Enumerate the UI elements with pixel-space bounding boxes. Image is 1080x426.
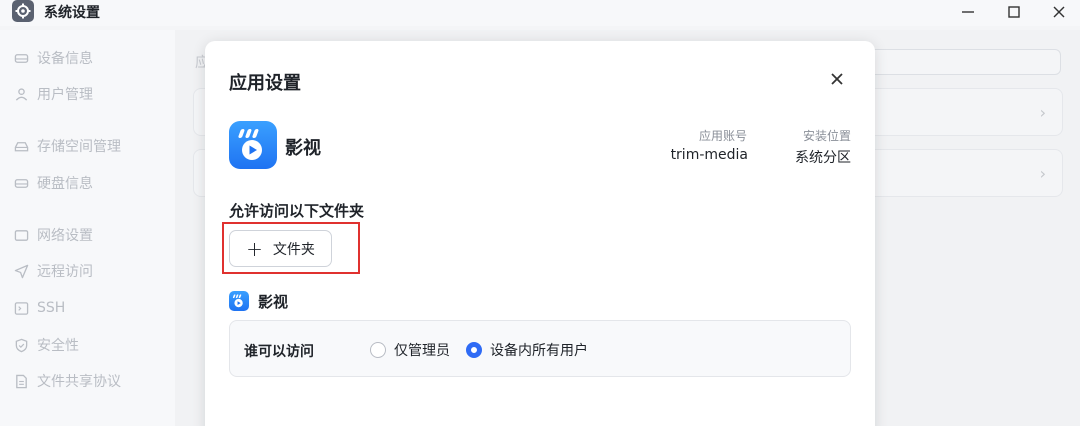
- sidebar-item-security[interactable]: 安全性: [14, 333, 79, 357]
- close-icon: [831, 73, 843, 85]
- sidebar-item-label: 用户管理: [37, 87, 93, 103]
- sidebar-item-storage[interactable]: 存储空间管理: [14, 134, 121, 158]
- account-value: trim-media: [670, 147, 748, 163]
- media-app-icon: [229, 121, 277, 169]
- allowed-folders-title: 允许访问以下文件夹: [229, 202, 365, 220]
- window-close-button[interactable]: [1039, 0, 1079, 24]
- sidebar-item-label: 网络设置: [37, 228, 93, 244]
- media-app-small-icon: [229, 291, 249, 311]
- sidebar-item-label: 存储空间管理: [37, 139, 121, 155]
- sidebar-item-device-info[interactable]: 设备信息: [14, 46, 93, 70]
- access-label: 谁可以访问: [244, 344, 314, 360]
- dialog-close-button[interactable]: [825, 67, 849, 91]
- radio-label: 仅管理员: [394, 343, 450, 359]
- window-title: 系统设置: [44, 5, 100, 21]
- install-location-label: 安装位置: [802, 129, 851, 143]
- app-name: 影视: [285, 138, 321, 159]
- file-icon: [16, 374, 27, 388]
- drive-icon: [14, 53, 29, 63]
- radio-checked-icon: [466, 342, 482, 358]
- disk-icon: [14, 178, 29, 188]
- radio-label: 设备内所有用户: [490, 343, 588, 359]
- send-icon: [14, 264, 29, 278]
- dialog-title: 应用设置: [229, 73, 301, 94]
- radio-admins-only[interactable]: 仅管理员: [370, 340, 450, 360]
- chevron-right-icon: ›: [1039, 164, 1046, 183]
- terminal-icon: [14, 301, 29, 315]
- section-app-name: 影视: [258, 293, 289, 311]
- gear-icon: [12, 0, 34, 22]
- add-folder-button[interactable]: + 文件夹: [229, 230, 332, 267]
- plus-icon: +: [246, 236, 263, 261]
- sidebar-item-label: SSH: [37, 300, 66, 316]
- search-input[interactable]: [868, 49, 1061, 75]
- sidebar-item-label: 硬盘信息: [37, 176, 93, 192]
- storage-icon: [14, 141, 29, 151]
- sidebar: 设备信息 用户管理 存储空间管理 硬盘信息 网络设置 远程访问 SSH 安全性 …: [0, 30, 175, 426]
- install-location-value: 系统分区: [795, 150, 851, 166]
- sidebar-item-label: 设备信息: [37, 51, 93, 67]
- sidebar-item-remote-access[interactable]: 远程访问: [14, 259, 93, 283]
- chevron-right-icon: ›: [1039, 103, 1046, 122]
- sidebar-item-label: 远程访问: [37, 264, 93, 280]
- account-label: 应用账号: [698, 129, 747, 143]
- add-folder-label: 文件夹: [272, 241, 315, 258]
- sidebar-item-file-sharing[interactable]: 文件共享协议: [14, 369, 121, 393]
- sidebar-item-label: 安全性: [37, 338, 79, 354]
- sidebar-item-ssh[interactable]: SSH: [14, 296, 65, 320]
- sidebar-item-users[interactable]: 用户管理: [14, 82, 93, 106]
- sidebar-item-label: 文件共享协议: [37, 374, 121, 390]
- sidebar-item-network[interactable]: 网络设置: [14, 223, 93, 247]
- app-settings-dialog: 应用设置 影视 应用账号 trim-media 安装位置 系统分区 允许访问以下…: [205, 41, 875, 426]
- maximize-icon: [1008, 6, 1020, 18]
- minimize-icon: [962, 11, 974, 13]
- access-settings-box: 谁可以访问 仅管理员 设备内所有用户: [229, 320, 851, 377]
- network-icon: [14, 229, 29, 241]
- minimize-button[interactable]: [948, 0, 988, 24]
- title-bar: 系统设置: [0, 0, 1080, 26]
- shield-icon: [15, 338, 28, 352]
- maximize-button[interactable]: [994, 0, 1034, 24]
- radio-unchecked-icon: [370, 342, 386, 358]
- close-icon: [1053, 6, 1065, 18]
- users-icon: [15, 87, 28, 101]
- sidebar-item-disk-info[interactable]: 硬盘信息: [14, 171, 93, 195]
- radio-all-users[interactable]: 设备内所有用户: [466, 340, 588, 360]
